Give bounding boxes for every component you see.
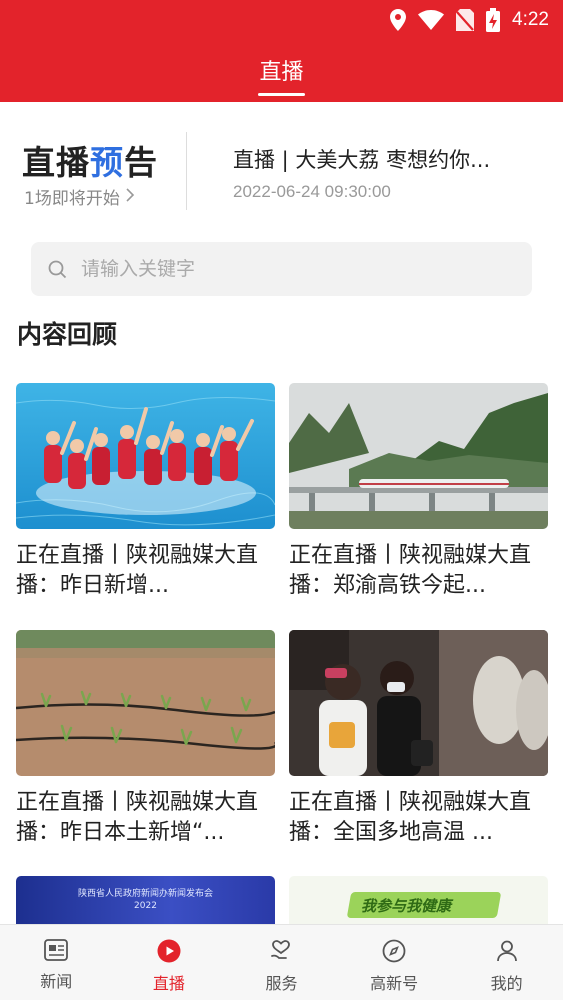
service-heart-icon — [269, 939, 293, 967]
app-header: 4:22 直播 — [0, 0, 563, 102]
content-card[interactable]: 正在直播丨陕视融媒大直播：昨日新增... — [16, 383, 275, 601]
live-preview-title: 直播预告 — [22, 136, 158, 184]
partial-card-health[interactable]: 我参与我健康 — [289, 876, 548, 924]
live-preview-count-link[interactable]: 1场即将开始 — [24, 184, 135, 209]
press-conference-caption: 陕西省人民政府新闻办新闻发布会 — [77, 889, 213, 899]
tab-mine-label: 我的 — [490, 974, 523, 993]
live-preview-title-part1: 直播 — [22, 143, 90, 182]
tab-live[interactable]: 直播 — [113, 925, 226, 1000]
tab-service-label: 服务 — [265, 974, 298, 993]
tab-gaoxinhao[interactable]: 高新号 — [338, 925, 451, 1000]
title-bar: 直播 — [0, 40, 563, 102]
live-preview-title-accent: 预 — [90, 143, 124, 182]
live-preview-title-part3: 告 — [124, 143, 158, 182]
location-icon — [390, 9, 407, 31]
battery-charging-icon — [486, 8, 501, 32]
live-preview-count: 1场即将开始 — [24, 189, 120, 209]
card-thumbnail[interactable] — [16, 383, 275, 529]
upcoming-live-title[interactable]: 直播 | 大美大荔 枣想约你... — [233, 144, 523, 174]
preview-divider — [186, 132, 187, 210]
tab-live-label: 直播 — [152, 974, 185, 993]
tab-news-label: 新闻 — [40, 972, 73, 991]
profile-icon — [495, 939, 519, 967]
page-title[interactable]: 直播 — [0, 54, 563, 86]
tab-mine[interactable]: 我的 — [450, 925, 563, 1000]
bottom-tab-bar: 新闻 直播 服务 高新号 我的 — [0, 924, 563, 1000]
card-title[interactable]: 正在直播丨陕视融媒大直播：郑渝高铁今起... — [289, 541, 548, 601]
no-sim-icon — [456, 9, 475, 31]
status-bar: 4:22 — [0, 0, 563, 40]
content-card[interactable]: 正在直播丨陕视融媒大直播：昨日本土新增“... — [16, 630, 275, 848]
upcoming-live-time: 2022-06-24 09:30:00 — [233, 182, 391, 201]
card-title[interactable]: 正在直播丨陕视融媒大直播：昨日本土新增“... — [16, 788, 275, 848]
content-card[interactable]: 正在直播丨陕视融媒大直播：郑渝高铁今起... — [289, 383, 548, 601]
card-title[interactable]: 正在直播丨陕视融媒大直播：昨日新增... — [16, 541, 275, 601]
partial-card-press-conference[interactable]: 陕西省人民政府新闻办新闻发布会 2022 — [16, 876, 275, 924]
card-thumbnail[interactable] — [289, 383, 548, 529]
status-clock: 4:22 — [512, 9, 549, 30]
news-icon — [44, 939, 69, 965]
live-preview-panel[interactable]: 直播预告 1场即将开始 直播 | 大美大荔 枣想约你... 2022-06-24… — [0, 102, 563, 232]
content-card[interactable]: 正在直播丨陕视融媒大直播：全国多地高温 ... — [289, 630, 548, 848]
live-play-icon — [157, 939, 181, 967]
tab-news[interactable]: 新闻 — [0, 925, 113, 1000]
tab-gaoxinhao-label: 高新号 — [370, 974, 419, 993]
chevron-right-icon — [126, 187, 135, 207]
card-title[interactable]: 正在直播丨陕视融媒大直播：全国多地高温 ... — [289, 788, 548, 848]
tab-service[interactable]: 服务 — [225, 925, 338, 1000]
section-title: 内容回顾 — [17, 320, 118, 349]
title-underline — [258, 93, 305, 96]
health-banner-text: 我参与我健康 — [361, 897, 452, 915]
card-thumbnail[interactable] — [289, 630, 548, 776]
compass-icon — [382, 939, 406, 967]
search-icon — [48, 260, 67, 279]
search-input[interactable] — [81, 258, 481, 280]
card-thumbnail[interactable] — [16, 630, 275, 776]
search-bar[interactable] — [31, 242, 532, 296]
wifi-icon — [418, 10, 445, 30]
status-icons: 4:22 — [390, 8, 549, 32]
press-conference-year: 2022 — [134, 901, 157, 911]
